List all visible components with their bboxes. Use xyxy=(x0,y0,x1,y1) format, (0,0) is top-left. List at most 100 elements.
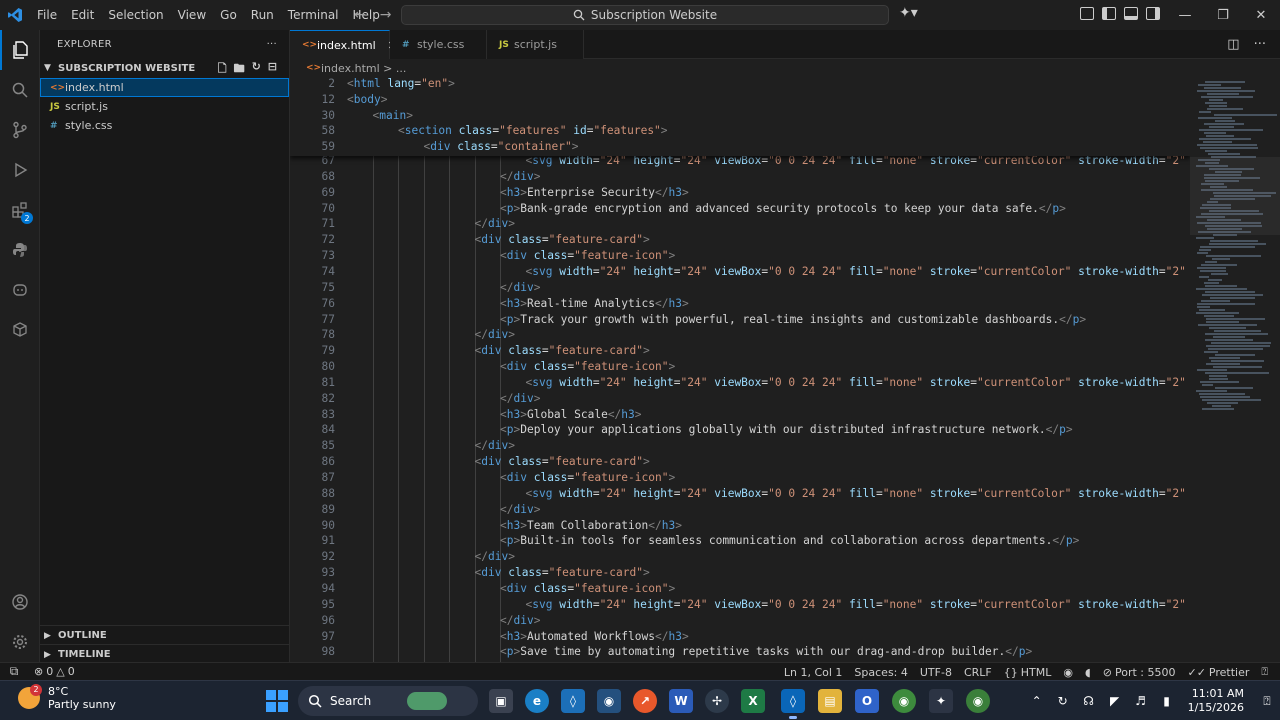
file-explorer-icon[interactable]: ▤ xyxy=(818,689,842,713)
code-line[interactable]: 94 <div class="feature-icon"> xyxy=(290,581,676,597)
breadcrumb[interactable]: <> index.html > ... xyxy=(290,59,1190,77)
encoding[interactable]: UTF-8 xyxy=(914,666,958,679)
code-line[interactable]: 82 </div> xyxy=(290,391,541,407)
tab-index-html[interactable]: <> index.html ✕ xyxy=(290,30,397,59)
close-window-icon[interactable]: ✕ xyxy=(1242,0,1280,30)
settings-gear-icon[interactable] xyxy=(0,622,40,662)
minimap[interactable] xyxy=(1190,77,1280,662)
code-line[interactable]: 74 <svg width="24" height="24" viewBox="0… xyxy=(290,264,1190,280)
outline-section[interactable]: ▶ OUTLINE xyxy=(40,625,290,645)
code-line[interactable]: 80 <div class="feature-icon"> xyxy=(290,359,676,375)
toggle-secondary-sidebar-icon[interactable] xyxy=(1146,7,1160,20)
notifications-bell-icon[interactable]: ⍰ xyxy=(1255,665,1274,679)
run-debug-icon[interactable] xyxy=(0,150,40,190)
outlook-icon[interactable]: O xyxy=(855,689,879,713)
problems-indicator[interactable]: ⊗ 0 △ 0 xyxy=(28,665,81,678)
code-editor[interactable]: 67 <svg width="24" height="24" viewBox="0… xyxy=(290,77,1190,662)
tab-style-css[interactable]: # style.css xyxy=(390,30,487,59)
source-control-icon[interactable] xyxy=(0,110,40,150)
code-line[interactable]: 92 </div> xyxy=(290,549,515,565)
cursor-position[interactable]: Ln 1, Col 1 xyxy=(778,666,849,679)
code-line[interactable]: 76 <h3>Real-time Analytics</h3> xyxy=(290,296,689,312)
timeline-section[interactable]: ▶ TIMELINE xyxy=(40,644,290,664)
extensions-icon[interactable]: 2 xyxy=(0,190,40,230)
wifi-icon[interactable]: ◤ xyxy=(1102,694,1128,708)
file-item[interactable]: # style.css xyxy=(40,116,289,135)
menu-view[interactable]: View xyxy=(171,0,213,30)
collapse-all-icon[interactable]: ⊟ xyxy=(268,60,277,79)
explorer-icon[interactable] xyxy=(0,30,40,70)
code-line[interactable]: 87 <div class="feature-icon"> xyxy=(290,470,676,486)
tab-script-js[interactable]: JS script.js xyxy=(487,30,584,59)
windows-start-icon[interactable] xyxy=(266,690,288,712)
clock[interactable]: 11:01 AM 1/15/2026 xyxy=(1180,687,1254,715)
remote-icon[interactable]: ⧉ xyxy=(0,664,28,679)
minimize-icon[interactable]: — xyxy=(1166,0,1204,30)
code-line[interactable]: 85 </div> xyxy=(290,438,515,454)
sticky-line[interactable]: 2 <html lang="en"> xyxy=(290,77,455,92)
new-file-icon[interactable]: 🗋 xyxy=(218,60,227,79)
code-line[interactable]: 69 <h3>Enterprise Security</h3> xyxy=(290,185,689,201)
code-line[interactable]: 96 </div> xyxy=(290,613,541,629)
taskbar-search[interactable]: Search xyxy=(298,686,478,716)
excel-icon[interactable]: X xyxy=(741,689,765,713)
sticky-line[interactable]: 59 <div class="container"> xyxy=(290,139,579,155)
code-line[interactable]: 95 <svg width="24" height="24" viewBox="0… xyxy=(290,597,1190,613)
code-line[interactable]: 79 <div class="feature-card"> xyxy=(290,343,650,359)
new-folder-icon[interactable]: 🖿 xyxy=(234,60,245,79)
code-line[interactable]: 71 </div> xyxy=(290,216,515,232)
command-center[interactable]: Subscription Website xyxy=(401,5,889,25)
weather-widget[interactable]: 2 8°C Partly sunny xyxy=(18,684,116,711)
menu-file[interactable]: File xyxy=(30,0,64,30)
customize-layout-icon[interactable] xyxy=(1080,7,1094,20)
chrome-icon[interactable]: ◉ xyxy=(892,689,916,713)
code-line[interactable]: 91 <p>Built-in tools for seamless communi… xyxy=(290,533,1080,549)
edge-browser-icon[interactable]: e xyxy=(525,689,549,713)
copilot-chat-icon[interactable] xyxy=(0,270,40,310)
copilot-app-icon[interactable]: ◉ xyxy=(597,689,621,713)
toggle-panel-icon[interactable] xyxy=(1124,7,1138,20)
code-line[interactable]: 86 <div class="feature-card"> xyxy=(290,454,650,470)
notification-bell-icon[interactable]: ⍰ xyxy=(1254,694,1280,709)
sync-icon[interactable]: ◖ xyxy=(1079,666,1097,679)
sticky-line[interactable]: 58 <section class="features" id="features… xyxy=(290,123,668,139)
prettier-status[interactable]: ✓✓ Prettier xyxy=(1181,666,1255,679)
code-line[interactable]: 89 </div> xyxy=(290,502,541,518)
copilot-icon[interactable]: ✦▾ xyxy=(899,5,918,21)
code-line[interactable]: 72 <div class="feature-card"> xyxy=(290,232,650,248)
file-item[interactable]: <> index.html xyxy=(40,78,289,97)
code-line[interactable]: 90 <h3>Team Collaboration</h3> xyxy=(290,518,682,534)
code-line[interactable]: 68 </div> xyxy=(290,169,541,185)
toggle-primary-sidebar-icon[interactable] xyxy=(1102,7,1116,20)
battery-icon[interactable]: ▮ xyxy=(1154,694,1180,708)
forward-arrow-icon[interactable]: → xyxy=(380,7,392,23)
code-line[interactable]: 78 </div> xyxy=(290,327,515,343)
code-line[interactable]: 93 <div class="feature-card"> xyxy=(290,565,650,581)
word-icon[interactable]: W xyxy=(669,689,693,713)
code-line[interactable]: 97 <h3>Automated Workflows</h3> xyxy=(290,629,689,645)
indentation[interactable]: Spaces: 4 xyxy=(848,666,913,679)
language-mode[interactable]: {} HTML xyxy=(998,666,1058,679)
volume-icon[interactable]: ♬ xyxy=(1128,694,1154,708)
onedrive-sync-icon[interactable]: ↻ xyxy=(1050,694,1076,708)
code-line[interactable]: 81 <svg width="24" height="24" viewBox="0… xyxy=(290,375,1190,391)
vs-code-insiders-icon[interactable]: ◊ xyxy=(561,689,585,713)
account-icon[interactable] xyxy=(0,582,40,622)
more-actions-icon[interactable]: ··· xyxy=(267,39,277,50)
code-line[interactable]: 77 <p>Track your growth with powerful, re… xyxy=(290,312,1087,328)
menu-go[interactable]: Go xyxy=(213,0,244,30)
restore-icon[interactable]: ❐ xyxy=(1204,0,1242,30)
sticky-line[interactable]: 12 <body> xyxy=(290,92,388,108)
menu-selection[interactable]: Selection xyxy=(101,0,170,30)
end-of-line[interactable]: CRLF xyxy=(958,666,998,679)
chrome-profile-icon[interactable]: ◉ xyxy=(966,689,990,713)
vscode-taskbar-icon[interactable]: ◊ xyxy=(781,689,805,719)
python-icon[interactable] xyxy=(0,230,40,270)
split-editor-icon[interactable]: ◫ xyxy=(1227,37,1239,52)
code-line[interactable]: 84 <p>Deploy your applications globally w… xyxy=(290,422,1073,438)
minimap-slider[interactable] xyxy=(1190,157,1280,235)
file-item[interactable]: JS script.js xyxy=(40,97,289,116)
gemini-icon[interactable]: ✦ xyxy=(929,689,953,713)
task-view-icon[interactable]: ▣ xyxy=(489,689,513,713)
back-arrow-icon[interactable]: ← xyxy=(354,7,366,23)
